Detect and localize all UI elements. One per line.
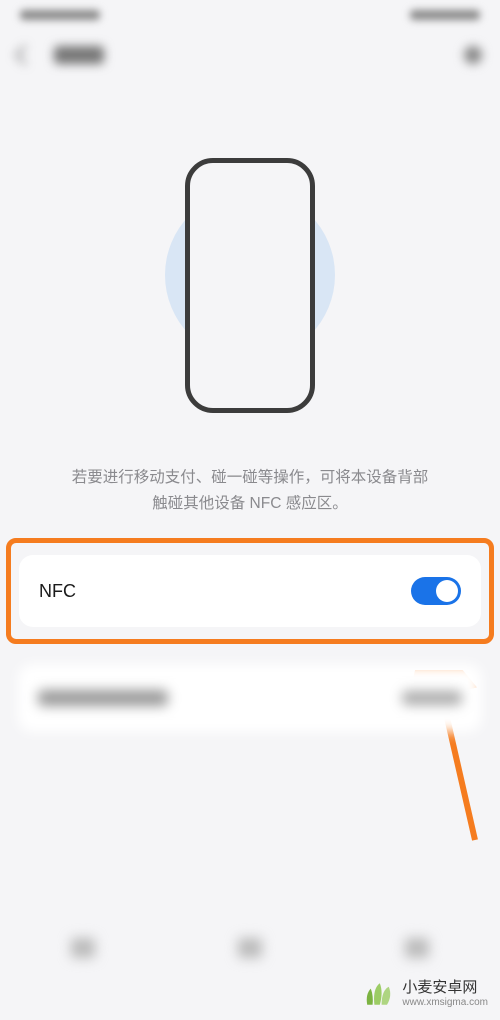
nav-icon[interactable] [238, 938, 262, 958]
header-action-icon[interactable] [464, 46, 482, 64]
nav-icon[interactable] [405, 938, 429, 958]
nfc-description: 若要进行移动支付、碰一碰等操作，可将本设备背部 触碰其他设备 NFC 感应区。 [0, 465, 500, 516]
back-icon[interactable] [15, 45, 35, 65]
watermark-logo-icon [360, 976, 396, 1012]
nfc-illustration [0, 145, 500, 425]
status-bar [0, 0, 500, 30]
navigation-bar [0, 928, 500, 968]
description-line-1: 若要进行移动支付、碰一碰等操作，可将本设备背部 [72, 469, 429, 486]
description-line-2: 触碰其他设备 NFC 感应区。 [152, 495, 347, 512]
toggle-knob [436, 580, 458, 602]
watermark-url: www.xmsigma.com [402, 997, 488, 1008]
setting-value-blurred [402, 691, 462, 705]
secondary-setting-row[interactable] [18, 664, 482, 732]
nav-icon[interactable] [71, 938, 95, 958]
status-time [20, 10, 100, 20]
nfc-label: NFC [39, 581, 76, 602]
phone-icon [185, 158, 315, 413]
highlight-annotation: NFC [6, 538, 494, 644]
header-bar [0, 30, 500, 80]
watermark-name: 小麦安卓网 [402, 980, 488, 997]
nfc-setting-row[interactable]: NFC [19, 555, 481, 627]
watermark: 小麦安卓网 www.xmsigma.com [360, 976, 488, 1012]
page-title [54, 46, 104, 64]
status-indicators [410, 10, 480, 20]
nfc-toggle[interactable] [411, 577, 461, 605]
setting-label-blurred [38, 690, 168, 706]
